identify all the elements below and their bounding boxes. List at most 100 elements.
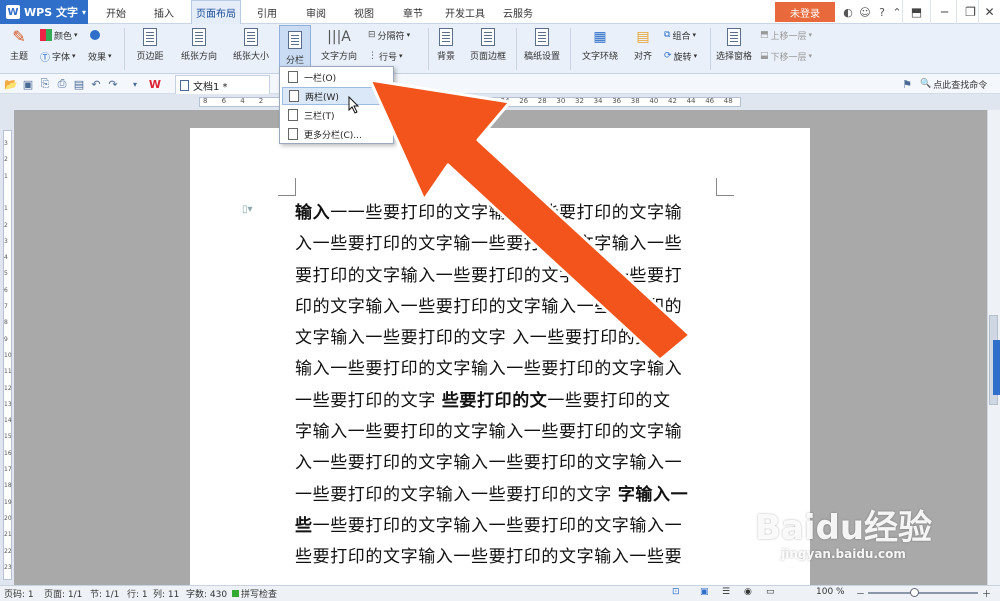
text-run: 入一些要打印的文字输入一些要打印的文字输入一 xyxy=(295,453,683,474)
draft-paper-label: 稿纸设置 xyxy=(523,52,560,62)
customize-chevron-icon[interactable]: ▾ xyxy=(128,77,142,91)
reading-view-icon[interactable]: ▭ xyxy=(766,587,775,597)
color-icon xyxy=(40,29,52,41)
skin-icon[interactable]: ◐ xyxy=(840,4,856,20)
side-panel-handle[interactable] xyxy=(993,340,1000,395)
bring-forward-button[interactable]: ⬒ 上移一层 ▾ xyxy=(760,27,812,43)
page-border-button[interactable]: 页面边框 xyxy=(466,26,510,62)
font-button[interactable]: Ⓣ 字体 ▾ xyxy=(40,48,76,64)
minimize-window-icon[interactable]: ─ xyxy=(930,0,958,24)
focus-mode-icon[interactable]: ⊡ xyxy=(672,587,680,597)
document-line[interactable]: 一些要打印的文字输入一些要打印的文字 字输入一 xyxy=(295,480,715,511)
tab-view[interactable]: 视图 xyxy=(344,0,384,24)
vertical-ruler-number: 17 xyxy=(4,466,12,473)
document-line[interactable]: 些一些要打印的文字输入一些要打印的文字输入一 xyxy=(295,511,715,542)
document-icon xyxy=(180,79,189,91)
group-button[interactable]: ⧉ 组合 ▾ xyxy=(664,27,696,43)
command-search[interactable]: 🔍 点此查找命令 xyxy=(920,76,998,92)
page-border-icon xyxy=(478,26,498,47)
tab-chapter[interactable]: 章节 xyxy=(393,0,433,24)
vertical-ruler-number: 22 xyxy=(4,547,12,555)
redo-icon[interactable]: ↷ xyxy=(106,77,120,91)
vertical-ruler-number: 21 xyxy=(4,531,12,539)
page-border-label: 页面边框 xyxy=(469,52,506,62)
orientation-label: 纸张方向 xyxy=(180,52,217,62)
zoom-slider[interactable] xyxy=(868,592,978,594)
print-icon[interactable]: ⎙ xyxy=(55,77,69,91)
vertical-ruler-number: 3 xyxy=(4,237,8,245)
three-columns-icon xyxy=(288,109,298,121)
document-line[interactable]: 入一些要打印的文字输入一些要打印的文字输入一 xyxy=(295,448,715,479)
group-icon: ⧉ xyxy=(664,30,671,40)
margins-button[interactable]: 页边距 xyxy=(130,26,170,62)
document-line[interactable]: 一些要打印的文字 些要打印的文一些要打印的文 xyxy=(295,386,715,417)
tab-page-layout[interactable]: 页面布局 xyxy=(191,0,241,24)
feedback-icon[interactable]: ☺ xyxy=(857,4,873,20)
align-button[interactable]: ▤ 对齐 xyxy=(628,26,658,63)
zoom-out-icon[interactable]: － xyxy=(856,587,865,600)
paper-size-button[interactable]: 纸张大小 xyxy=(226,26,276,62)
tab-review[interactable]: 审阅 xyxy=(296,0,336,24)
undo-icon[interactable]: ↶ xyxy=(89,77,103,91)
web-view-icon[interactable]: ◉ xyxy=(744,587,752,597)
text-run: 一些要打印的文字 xyxy=(295,390,442,411)
restore-layout-icon[interactable]: ⬒ xyxy=(902,0,930,24)
login-button[interactable]: 未登录 xyxy=(775,2,835,22)
zoom-in-icon[interactable]: ＋ xyxy=(982,587,991,600)
tab-references[interactable]: 引用 xyxy=(248,0,286,24)
orientation-button[interactable]: 纸张方向 xyxy=(174,26,224,62)
vertical-ruler-number: 13 xyxy=(4,400,12,408)
rotate-button[interactable]: ⟳ 旋转 ▾ xyxy=(664,48,697,64)
columns-button[interactable]: 分栏 xyxy=(279,25,311,71)
document-line[interactable]: 些要打印的文字输入一些要打印的文字输入一些要 xyxy=(295,542,715,573)
document-tab[interactable]: 文档1 * xyxy=(175,75,270,94)
background-button[interactable]: 背景 xyxy=(432,26,460,62)
paragraph-mark-icon[interactable]: ▯▾ xyxy=(242,204,253,215)
text-direction-button[interactable]: |||A 文字方向 xyxy=(314,26,364,63)
vertical-ruler-number: 10 xyxy=(4,351,12,359)
break-icon: ⊟ xyxy=(368,30,376,40)
open-folder-icon[interactable]: 📂 xyxy=(4,77,18,91)
selection-pane-label: 选择窗格 xyxy=(715,52,752,62)
command-search-label: 点此查找命令 xyxy=(933,80,988,91)
tab-home[interactable]: 开始 xyxy=(96,0,136,24)
vertical-ruler-number: 23 xyxy=(4,563,12,571)
vertical-ruler-number: 6 xyxy=(4,286,8,294)
spell-check-toggle[interactable]: 拼写检查 xyxy=(232,587,277,600)
font-label: 字体 xyxy=(52,52,71,63)
page-view-icon[interactable]: ▣ xyxy=(700,587,709,597)
color-button[interactable]: 颜色 ▾ xyxy=(40,27,78,43)
text-direction-icon: |||A xyxy=(327,28,351,45)
tab-developer[interactable]: 开发工具 xyxy=(440,0,490,24)
tab-insert[interactable]: 插入 xyxy=(144,0,184,24)
effect-button[interactable]: 效果 ▾ xyxy=(88,48,112,64)
selection-pane-button[interactable]: 选择窗格 xyxy=(714,26,754,62)
vertical-ruler-number: 5 xyxy=(4,270,8,278)
status-word-count[interactable]: 字数: 430 xyxy=(186,587,227,600)
draft-paper-button[interactable]: 稿纸设置 xyxy=(520,26,564,62)
tab-cloud-service[interactable]: 云服务 xyxy=(496,0,540,24)
outline-view-icon[interactable]: ☰ xyxy=(722,587,730,597)
document-line[interactable]: 字输入一些要打印的文字输入一些要打印的文字输 xyxy=(295,417,715,448)
help-icon[interactable]: ? xyxy=(874,4,890,20)
orientation-icon xyxy=(189,26,209,47)
theme-dot-button[interactable] xyxy=(90,27,100,43)
app-title: WPS 文字 xyxy=(24,6,78,19)
line-number-button[interactable]: ⋮ 行号 ▾ xyxy=(368,48,403,64)
tools-icon[interactable]: ⚑ xyxy=(900,77,914,91)
theme-button[interactable]: ✎ 主题 xyxy=(4,26,34,62)
app-menu-button[interactable]: W WPS 文字 ▾ xyxy=(0,0,88,24)
export-pdf-icon[interactable]: ⎘ xyxy=(38,77,52,91)
save-icon[interactable]: ▣ xyxy=(21,77,35,91)
print-preview-icon[interactable]: ▤ xyxy=(72,77,86,91)
zoom-slider-thumb[interactable] xyxy=(910,588,919,597)
zoom-level[interactable]: 100 % xyxy=(816,587,845,597)
wps-home-icon[interactable]: W xyxy=(148,77,162,91)
break-button[interactable]: ⊟ 分隔符 ▾ xyxy=(368,27,410,43)
wrap-text-button[interactable]: ▦ 文字环绕 xyxy=(575,26,625,63)
effect-dot-icon xyxy=(90,30,100,40)
close-window-icon[interactable]: ✕ xyxy=(978,0,1000,24)
status-page[interactable]: 页面: 1/1 xyxy=(44,587,82,600)
send-backward-button[interactable]: ⬓ 下移一层 ▾ xyxy=(760,48,812,64)
vertical-ruler-number: 3 xyxy=(4,140,8,147)
